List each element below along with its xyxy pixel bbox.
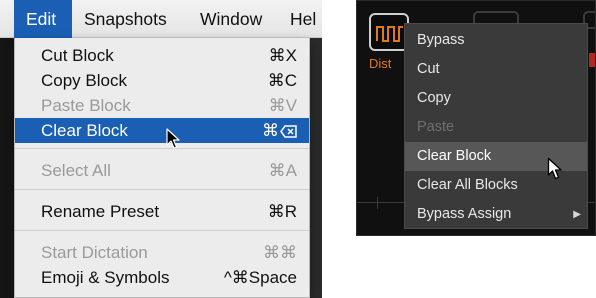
context-item-bypass[interactable]: Bypass	[405, 26, 587, 55]
app-background-edge-right	[310, 38, 322, 298]
context-item-label: Cut	[417, 61, 440, 77]
menu-item-shortcut: ⌘C	[267, 71, 297, 90]
distortion-waveform-icon	[376, 26, 403, 42]
mouse-cursor-icon	[166, 128, 180, 149]
context-item-copy[interactable]: Copy	[405, 84, 587, 113]
distortion-block[interactable]	[369, 13, 409, 51]
edit-dropdown: Cut Block ⌘X Copy Block ⌘C Paste Block ⌘…	[14, 38, 310, 298]
menu-separator	[15, 230, 309, 231]
menu-window[interactable]: Window	[200, 0, 262, 38]
context-item-paste[interactable]: Paste	[405, 113, 587, 142]
menu-item-select-all[interactable]: Select All ⌘A	[15, 158, 309, 183]
menu-item-shortcut: ⌘X	[268, 46, 297, 65]
menu-item-label: Copy Block	[41, 71, 127, 90]
delete-backward-icon	[280, 125, 297, 138]
menu-item-emoji-symbols[interactable]: Emoji & Symbols ^⌘Space	[15, 265, 309, 290]
menu-item-label: Cut Block	[41, 46, 114, 65]
menu-separator	[15, 148, 309, 149]
command-key-glyph: ⌘	[262, 121, 279, 140]
menu-item-label: Select All	[41, 161, 111, 180]
context-item-label: Clear All Blocks	[417, 177, 518, 193]
menu-help[interactable]: Hel	[290, 0, 316, 38]
menu-item-shortcut: ⌘A	[268, 161, 297, 180]
block-label: Dist	[369, 56, 392, 71]
menu-item-label: Start Dictation	[41, 243, 148, 262]
context-item-bypass-assign[interactable]: Bypass Assign ▶	[405, 200, 587, 229]
dark-context-menu-panel: Dist Bypass Cut Copy Paste Clear Block C…	[356, 0, 596, 236]
menu-item-shortcut: ⌘⌘	[263, 243, 297, 262]
menu-bar: Edit Snapshots Window Hel	[0, 0, 322, 38]
menu-item-shortcut: ⌘V	[268, 96, 297, 115]
menu-separator	[15, 189, 309, 190]
menu-item-label: Paste Block	[41, 96, 131, 115]
menu-item-clear-block[interactable]: Clear Block ⌘	[15, 118, 309, 143]
mac-edit-menu-panel: Edit Snapshots Window Hel Cut Block ⌘X C…	[0, 0, 322, 298]
app-background-edge-left	[0, 38, 14, 298]
block-indicator	[589, 53, 595, 67]
menu-item-start-dictation[interactable]: Start Dictation ⌘⌘	[15, 240, 309, 265]
context-item-cut[interactable]: Cut	[405, 55, 587, 84]
menu-item-label: Clear Block	[41, 121, 128, 140]
menu-item-rename-preset[interactable]: Rename Preset ⌘R	[15, 199, 309, 224]
menu-item-shortcut: ⌘R	[267, 202, 297, 221]
context-item-label: Copy	[417, 90, 451, 106]
menu-edit[interactable]: Edit	[14, 0, 72, 38]
context-item-label: Bypass Assign	[417, 206, 512, 222]
menu-item-shortcut: ^⌘Space	[223, 268, 297, 287]
signal-chain-tick	[377, 197, 378, 209]
menu-item-paste-block[interactable]: Paste Block ⌘V	[15, 93, 309, 118]
context-item-label: Paste	[417, 119, 455, 135]
menu-item-label: Rename Preset	[41, 202, 160, 221]
menu-snapshots[interactable]: Snapshots	[84, 0, 167, 38]
context-item-label: Bypass	[417, 32, 465, 48]
menu-item-cut-block[interactable]: Cut Block ⌘X	[15, 43, 309, 68]
context-item-label: Clear Block	[417, 148, 492, 164]
menu-item-copy-block[interactable]: Copy Block ⌘C	[15, 68, 309, 93]
mouse-cursor-icon	[547, 157, 562, 180]
block-context-menu: Bypass Cut Copy Paste Clear Block Clear …	[404, 23, 588, 229]
menu-item-shortcut: ⌘	[262, 118, 297, 143]
menu-item-label: Emoji & Symbols	[41, 268, 170, 287]
submenu-arrow-icon: ▶	[573, 209, 581, 220]
